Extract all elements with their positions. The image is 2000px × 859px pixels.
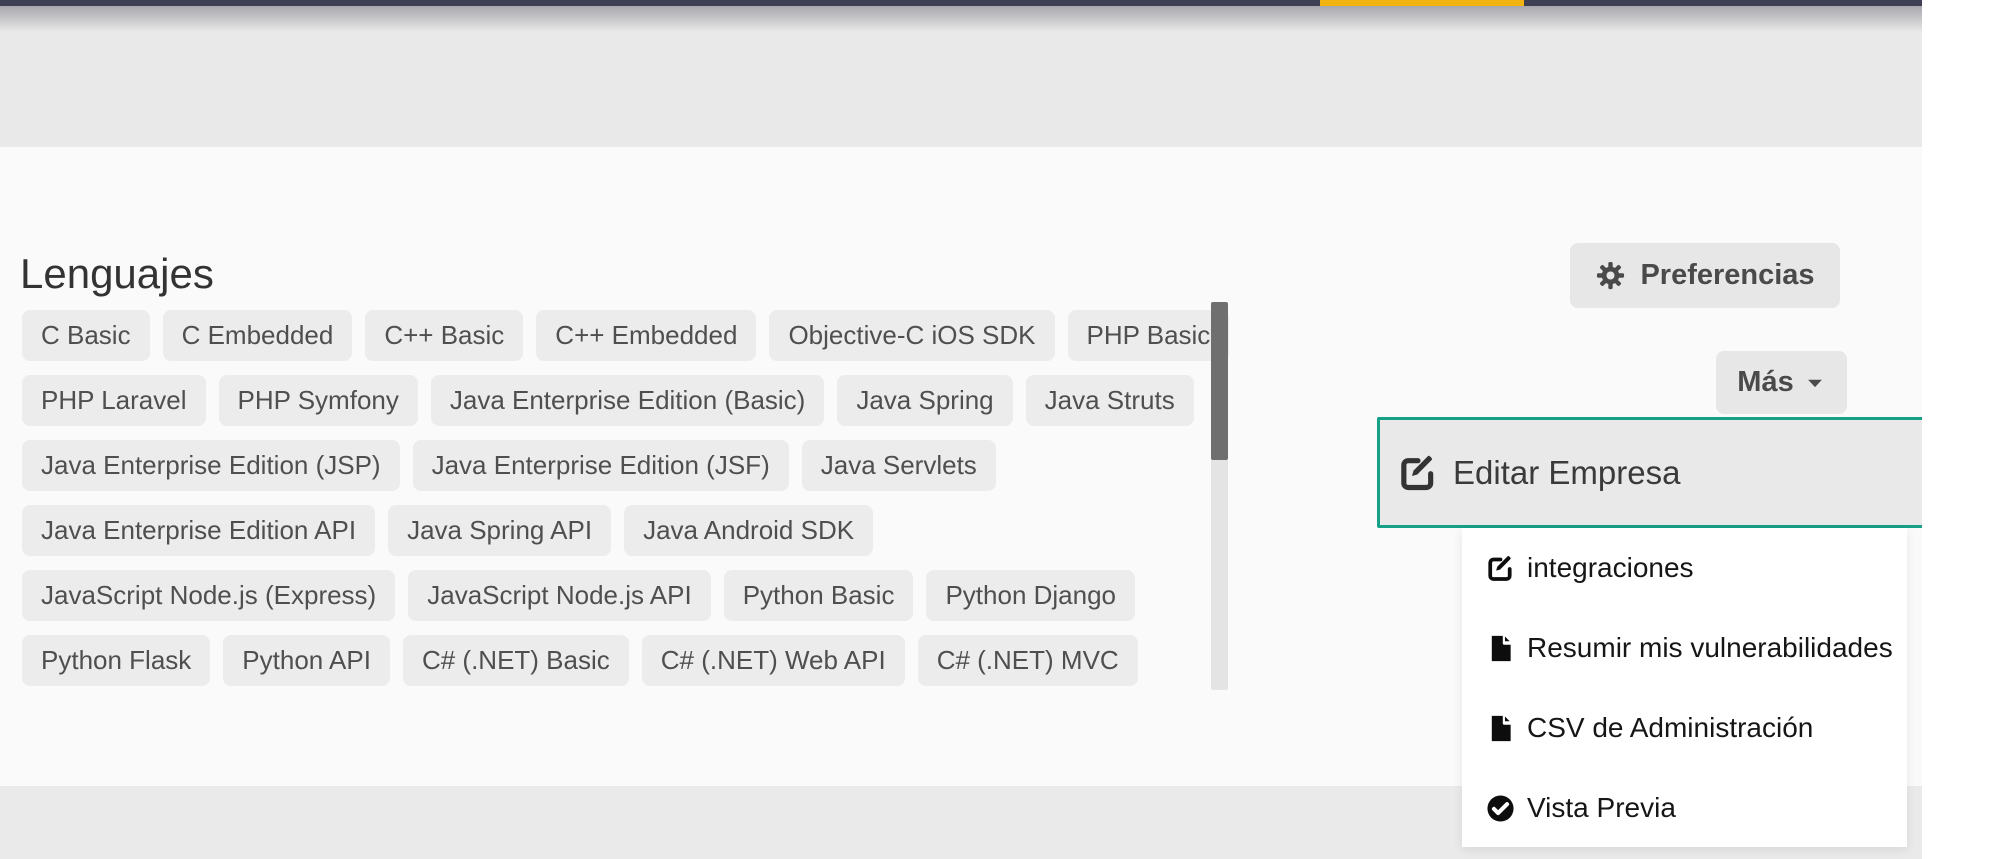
language-chip-row: Python Flask Python API C# (.NET) Basic C# …	[22, 635, 1207, 686]
right-gutter	[1922, 0, 2000, 859]
languages-scrollbar-thumb[interactable]	[1211, 302, 1228, 460]
page-content: Lenguajes C Basic C Embedded C++ Basic C++ …	[0, 0, 1997, 859]
language-chip[interactable]: JavaScript Node.js (Express)	[22, 570, 396, 621]
menu-item[interactable]: Resumir mis vulnerabilidades	[1462, 608, 1907, 688]
language-chip[interactable]: C# (.NET) MVC	[917, 635, 1138, 686]
language-chip[interactable]: Python API	[223, 635, 390, 686]
language-chip-row: C Basic C Embedded C++ Basic C++ Embedded Ob…	[22, 310, 1230, 361]
preferences-button[interactable]: Preferencias	[1570, 243, 1840, 308]
menu-item-label: integraciones	[1527, 552, 1694, 583]
language-chip[interactable]: Java Enterprise Edition (Basic)	[430, 375, 825, 426]
language-chip[interactable]: Java Spring API	[388, 505, 612, 556]
language-chip[interactable]: JavaScript Node.js API	[408, 570, 711, 621]
language-chip[interactable]: Java Enterprise Edition (JSF)	[412, 440, 789, 491]
menu-item-label: Vista Previa	[1527, 792, 1676, 823]
edit-icon	[1398, 453, 1438, 493]
language-chip[interactable]: PHP Symfony	[218, 375, 418, 426]
more-button-label: Más	[1737, 366, 1794, 398]
gear-icon	[1595, 260, 1626, 291]
language-chip-row: PHP Laravel PHP Symfony Java Enterprise Ed…	[22, 375, 1207, 426]
language-chip[interactable]: Java Enterprise Edition API	[22, 505, 376, 556]
language-chip[interactable]: PHP Laravel	[22, 375, 206, 426]
language-chip[interactable]: C# (.NET) Basic	[402, 635, 629, 686]
menu-item-label: CSV de Administración	[1527, 712, 1814, 743]
file-icon	[1486, 714, 1515, 743]
caret-down-icon	[1804, 372, 1826, 394]
language-chip[interactable]: Java Struts	[1025, 375, 1194, 426]
header-band	[0, 6, 1922, 147]
language-chip-row: Java Enterprise Edition API Java Spring A…	[22, 505, 1207, 556]
language-chip[interactable]: C++ Embedded	[536, 310, 757, 361]
more-button[interactable]: Más	[1716, 351, 1847, 414]
language-chip[interactable]: Python Django	[926, 570, 1136, 621]
language-chip[interactable]: PHP Basic	[1067, 310, 1230, 361]
language-chip[interactable]: Python Flask	[22, 635, 211, 686]
menu-item-label: Resumir mis vulnerabilidades	[1527, 632, 1893, 663]
menu-item-editar-empresa[interactable]: Editar Empresa	[1377, 417, 1997, 528]
more-menu: integraciones Resumir mis vulnerabilidade…	[1462, 528, 1907, 847]
check-circle-icon	[1486, 794, 1515, 823]
menu-item[interactable]: integraciones	[1462, 528, 1907, 608]
language-chip-row: Java Enterprise Edition (JSP) Java Enterp…	[22, 440, 1207, 491]
menu-item[interactable]: Vista Previa	[1462, 768, 1907, 848]
language-chip[interactable]: Java Servlets	[801, 440, 996, 491]
topbar	[0, 0, 1922, 6]
language-chip[interactable]: C# (.NET) Web API	[641, 635, 905, 686]
language-chip[interactable]: C++ Basic	[365, 310, 524, 361]
file-icon	[1486, 634, 1515, 663]
menu-item-label: Editar Empresa	[1453, 453, 1681, 491]
topbar-active-indicator	[1320, 0, 1524, 6]
language-chip[interactable]: Java Enterprise Edition (JSP)	[22, 440, 400, 491]
menu-item[interactable]: CSV de Administración	[1462, 688, 1907, 768]
language-chip[interactable]: Python Basic	[723, 570, 914, 621]
language-chip[interactable]: Objective-C iOS SDK	[769, 310, 1055, 361]
page-title: Lenguajes	[20, 250, 214, 298]
language-chip[interactable]: C Embedded	[162, 310, 353, 361]
preferences-button-label: Preferencias	[1640, 259, 1815, 291]
language-chip[interactable]: C Basic	[22, 310, 150, 361]
language-chip-row: JavaScript Node.js (Express) JavaScript N…	[22, 570, 1207, 621]
edit-icon	[1486, 554, 1515, 583]
language-chip[interactable]: Java Spring	[837, 375, 1013, 426]
languages-scrollbar-track[interactable]	[1211, 302, 1228, 690]
language-chip[interactable]: Java Android SDK	[624, 505, 874, 556]
language-chip-rows: C Basic C Embedded C++ Basic C++ Embedded Ob…	[22, 310, 1230, 700]
